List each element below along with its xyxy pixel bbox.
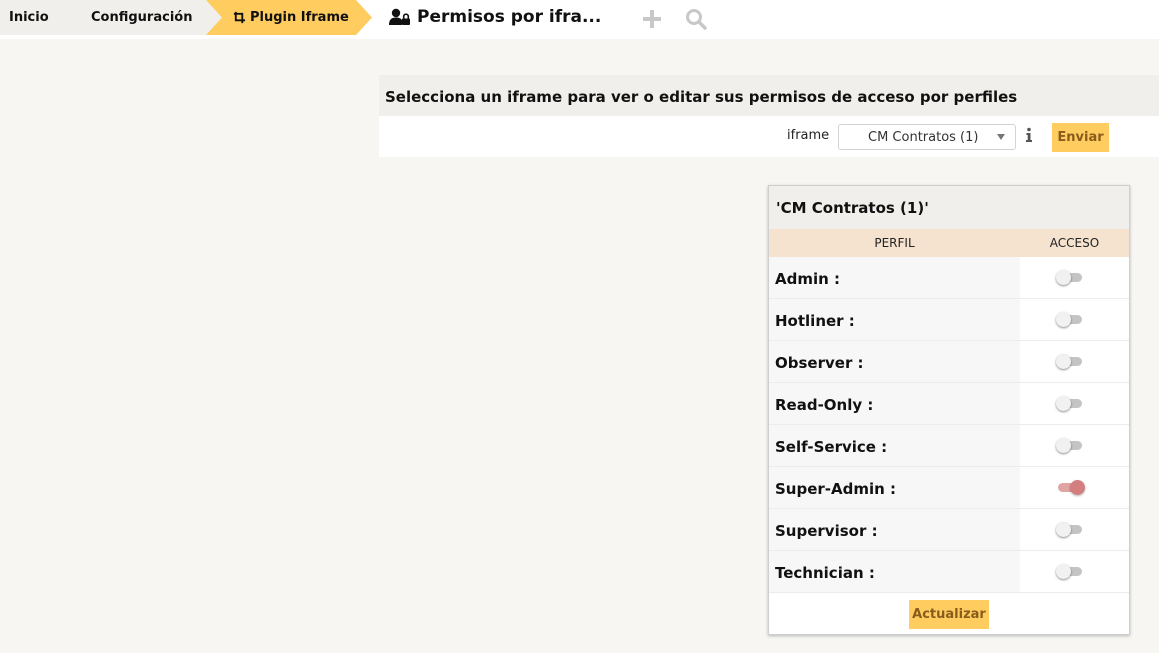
update-button[interactable]: Actualizar	[909, 599, 989, 629]
breadcrumb-configuracion[interactable]: Configuración	[64, 0, 224, 35]
access-toggle[interactable]	[1056, 270, 1084, 285]
iframe-label: iframe	[787, 128, 830, 143]
access-toggle[interactable]	[1056, 354, 1084, 369]
page-title: Permisos por ifra...	[389, 7, 601, 27]
page-title-text: Permisos por ifra...	[417, 7, 602, 27]
submit-button[interactable]: Enviar	[1052, 123, 1109, 152]
selector-heading: Selecciona un iframe para ver o editar s…	[379, 75, 1159, 116]
iframe-dropdown[interactable]: CM Contratos (1)	[838, 124, 1016, 150]
permissions-rows: Admin : Hotliner : Observer : Read-Only : Se…	[769, 257, 1129, 593]
table-row: Observer :	[769, 341, 1129, 383]
profile-name: Admin :	[769, 257, 1020, 298]
table-row: Technician :	[769, 551, 1129, 593]
profile-name: Supervisor :	[769, 509, 1020, 550]
access-toggle[interactable]	[1056, 480, 1085, 495]
user-lock-icon	[389, 8, 410, 25]
iframe-selector-panel: Selecciona un iframe para ver o editar s…	[379, 75, 1159, 157]
profile-name: Self-Service :	[769, 425, 1020, 466]
profile-name: Hotliner :	[769, 299, 1020, 340]
dropdown-arrow-icon	[997, 134, 1005, 140]
table-row: Super-Admin :	[769, 467, 1129, 509]
profile-name: Technician :	[769, 551, 1020, 592]
column-header-access: ACCESO	[1049, 236, 1100, 250]
table-row: Supervisor :	[769, 509, 1129, 551]
access-toggle[interactable]	[1056, 438, 1084, 453]
breadcrumb-label: Inicio	[9, 10, 49, 25]
table-row: Read-Only :	[769, 383, 1129, 425]
profile-name: Super-Admin :	[769, 467, 1020, 508]
table-row: Hotliner :	[769, 299, 1129, 341]
iframe-dropdown-value: CM Contratos (1)	[868, 129, 979, 145]
access-toggle[interactable]	[1056, 522, 1084, 537]
column-header-profile: PERFIL	[874, 236, 915, 250]
plus-icon[interactable]	[641, 8, 663, 30]
info-icon[interactable]	[1024, 127, 1034, 143]
profile-name: Observer :	[769, 341, 1020, 382]
table-row: Self-Service :	[769, 425, 1129, 467]
profile-name: Read-Only :	[769, 383, 1020, 424]
breadcrumb-label: Configuración	[91, 10, 193, 25]
access-toggle[interactable]	[1056, 564, 1084, 579]
access-toggle[interactable]	[1056, 312, 1084, 327]
breadcrumb-plugin-iframe[interactable]: Plugin Iframe	[206, 0, 372, 35]
card-title: 'CM Contratos (1)'	[769, 186, 1129, 229]
table-header: PERFIL ACCESO	[769, 229, 1129, 257]
crop-icon	[233, 11, 246, 24]
top-bar: Inicio Configuración Plugin Iframe Permi…	[0, 0, 1159, 39]
breadcrumb-label: Plugin Iframe	[250, 10, 349, 25]
search-icon[interactable]	[685, 8, 707, 30]
permissions-card: 'CM Contratos (1)' PERFIL ACCESO Admin :…	[768, 185, 1130, 635]
table-row: Admin :	[769, 257, 1129, 299]
access-toggle[interactable]	[1056, 396, 1084, 411]
